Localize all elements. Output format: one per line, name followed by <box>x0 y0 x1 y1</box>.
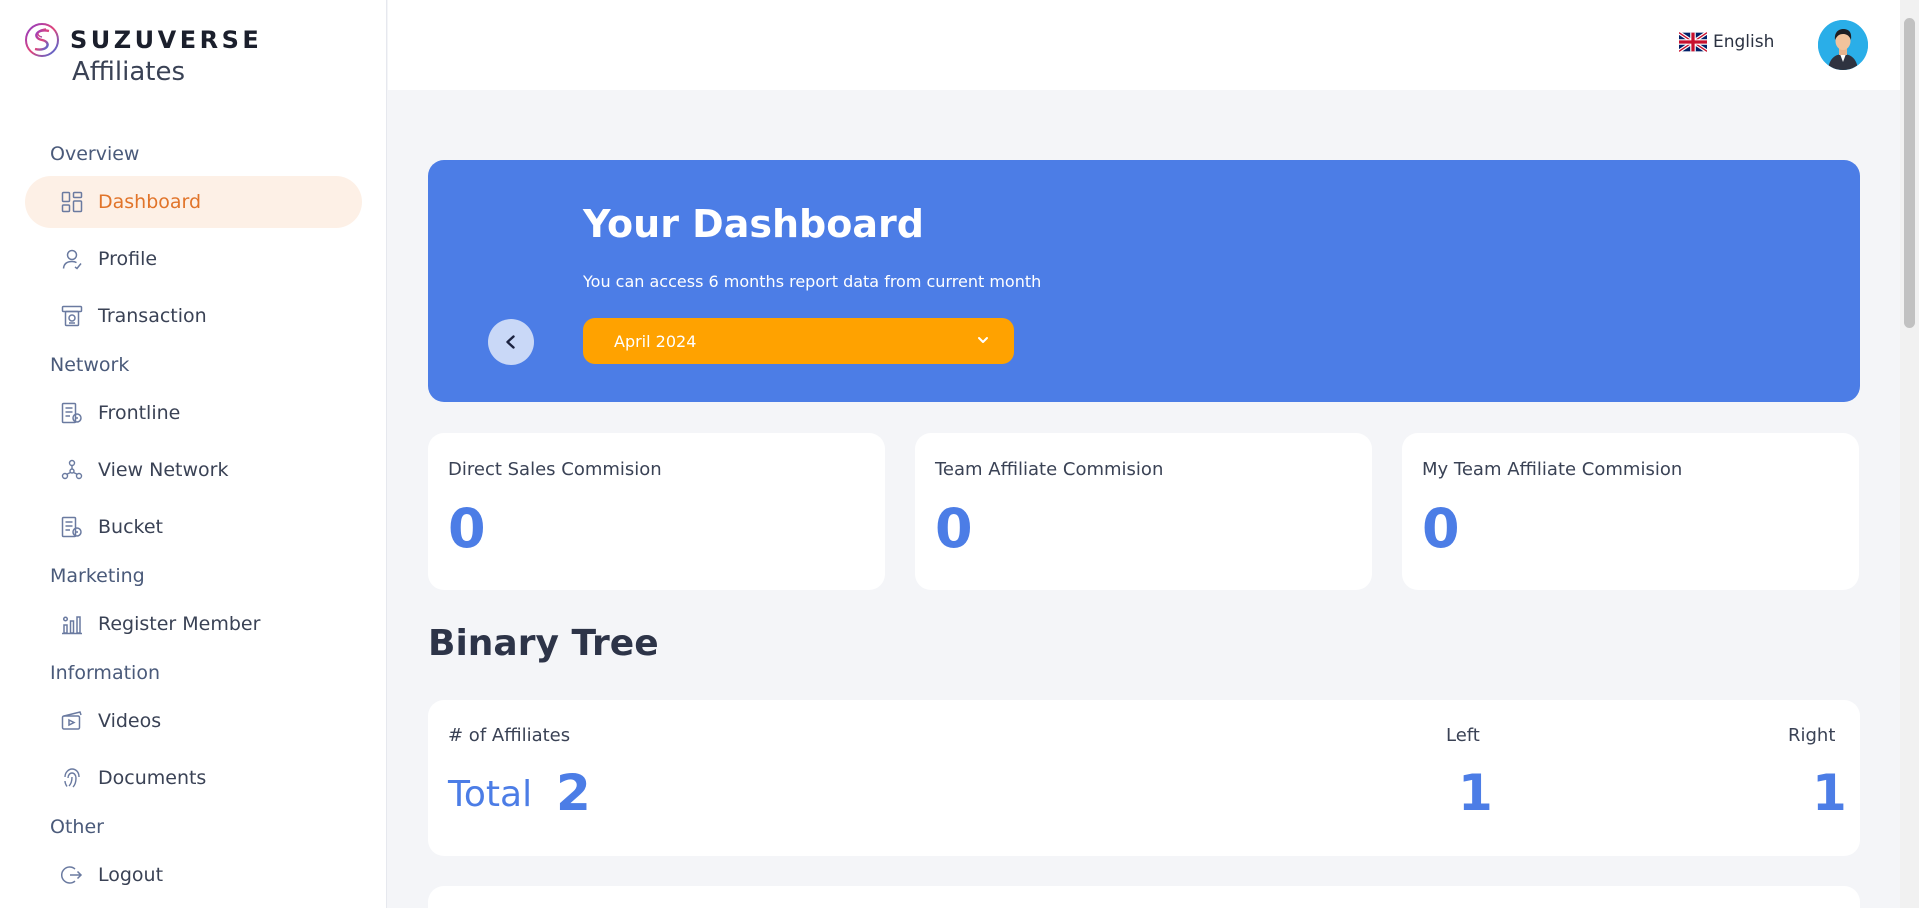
scrollbar-thumb[interactable] <box>1904 18 1915 328</box>
stat-value: 0 <box>1422 497 1460 560</box>
sidebar-item-videos[interactable]: Videos <box>25 695 362 747</box>
stat-title: My Team Affiliate Commision <box>1422 459 1683 480</box>
right-value: 1 <box>1812 764 1847 822</box>
user-icon <box>61 248 83 270</box>
sidebar-item-label: View Network <box>98 459 229 481</box>
section-title-information: Information <box>50 662 160 684</box>
sidebar-item-view-network[interactable]: View Network <box>25 444 362 496</box>
building-icon <box>61 516 83 538</box>
brand-subtitle: Affiliates <box>72 57 186 87</box>
sidebar-item-bucket[interactable]: Bucket <box>25 501 362 553</box>
sidebar-item-dashboard[interactable]: Dashboard <box>25 176 362 228</box>
network-icon <box>61 459 83 481</box>
sidebar-item-logout[interactable]: Logout <box>25 849 362 901</box>
sidebar-item-label: Logout <box>98 864 164 886</box>
dashboard-hero: Your Dashboard You can access 6 months r… <box>428 160 1860 402</box>
hero-subtitle: You can access 6 months report data from… <box>583 272 1042 291</box>
logout-icon <box>61 864 83 886</box>
total-value: 2 <box>556 764 591 822</box>
stat-value: 0 <box>935 497 973 560</box>
total-label: Total <box>448 774 533 815</box>
uk-flag-icon <box>1679 32 1707 52</box>
fingerprint-icon <box>61 767 83 789</box>
atm-icon <box>61 305 83 327</box>
section-title-network: Network <box>50 354 130 376</box>
suzuverse-logo-icon <box>25 23 59 57</box>
stat-value: 0 <box>448 497 486 560</box>
page-scrollbar[interactable] <box>1900 0 1919 908</box>
brand-name: SUZUVERSE <box>70 26 263 54</box>
stat-card-team-affiliate: Team Affiliate Commision 0 <box>915 433 1372 590</box>
sidebar-item-documents[interactable]: Documents <box>25 752 362 804</box>
sidebar-item-label: Frontline <box>98 402 181 424</box>
sidebar-item-frontline[interactable]: Frontline <box>25 387 362 439</box>
stat-title: Direct Sales Commision <box>448 459 662 480</box>
language-label: English <box>1713 32 1775 52</box>
left-value: 1 <box>1458 764 1493 822</box>
section-title-marketing: Marketing <box>50 565 145 587</box>
dashboard-icon <box>61 191 83 213</box>
chevron-left-icon <box>506 335 515 349</box>
binary-tree-heading: Binary Tree <box>428 623 659 664</box>
sidebar-item-label: Profile <box>98 248 158 270</box>
binary-tree-card: # of Affiliates Total 2 Left 1 Right 1 <box>428 700 1860 856</box>
avatar[interactable] <box>1818 20 1868 70</box>
sidebar-item-label: Transaction <box>98 305 207 327</box>
left-label: Left <box>1446 725 1480 746</box>
language-selector[interactable]: English <box>1679 32 1774 52</box>
chart-icon <box>61 613 83 635</box>
user-avatar-icon <box>1818 20 1868 70</box>
sidebar-item-transaction[interactable]: Transaction <box>25 290 362 342</box>
sidebar-item-register-member[interactable]: Register Member <box>25 598 362 650</box>
month-select[interactable]: April 2024 <box>583 318 1014 364</box>
stat-title: Team Affiliate Commision <box>935 459 1164 480</box>
sidebar-item-profile[interactable]: Profile <box>25 233 362 285</box>
right-label: Right <box>1788 725 1836 746</box>
sidebar-item-label: Register Member <box>98 613 261 635</box>
stat-card-my-team-affiliate: My Team Affiliate Commision 0 <box>1402 433 1859 590</box>
sidebar: SUZUVERSE Affiliates Overview Dashboard … <box>0 0 387 908</box>
sidebar-item-label: Dashboard <box>98 191 202 213</box>
page-title: Your Dashboard <box>583 202 924 246</box>
chevron-down-icon <box>978 337 988 343</box>
sidebar-item-label: Videos <box>98 710 162 732</box>
section-title-overview: Overview <box>50 143 140 165</box>
section-title-other: Other <box>50 816 104 838</box>
previous-month-button[interactable] <box>488 319 534 365</box>
video-icon <box>61 710 83 732</box>
next-card <box>428 886 1860 908</box>
stat-card-direct-sales: Direct Sales Commision 0 <box>428 433 885 590</box>
top-bar: English <box>388 0 1900 90</box>
sidebar-item-label: Bucket <box>98 516 163 538</box>
building-icon <box>61 402 83 424</box>
sidebar-nav: Overview Dashboard Profile Transaction N… <box>0 136 386 906</box>
month-select-value: April 2024 <box>614 331 697 351</box>
sidebar-item-label: Documents <box>98 767 207 789</box>
affiliates-label: # of Affiliates <box>448 725 571 746</box>
